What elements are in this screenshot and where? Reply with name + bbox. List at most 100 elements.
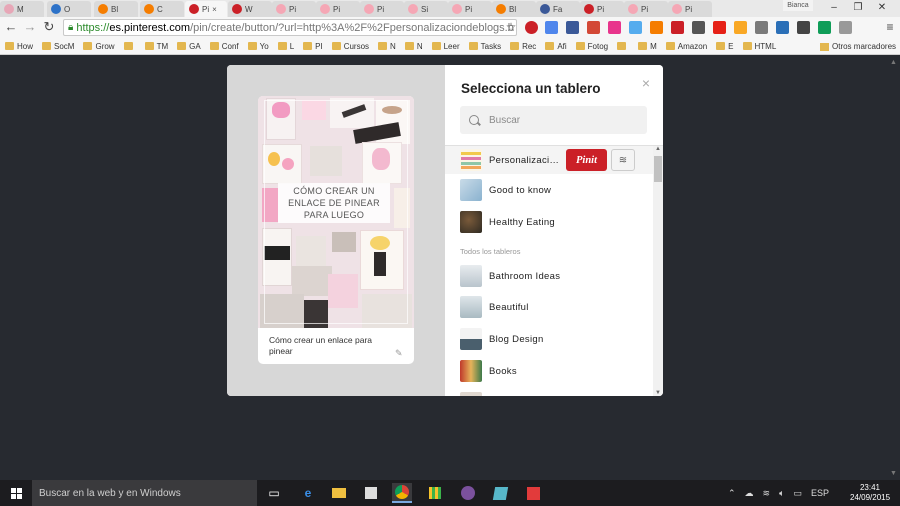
board-search-input[interactable] [489,114,639,126]
bookmark-item[interactable]: N [404,42,423,51]
browser-tab[interactable]: O [47,1,91,17]
pinterest-extension-icon[interactable] [525,21,538,34]
board-list-scrollbar[interactable]: ▲ ▼ [653,146,663,396]
minimize-button[interactable]: – [822,0,846,17]
reload-icon[interactable]: ↻ [41,19,57,35]
tab-close-icon[interactable]: × [212,5,217,14]
browser-tab[interactable]: Pi [360,1,404,17]
clock[interactable]: 23:41 24/09/2015 [850,483,890,503]
bookmark-item[interactable]: Conf [209,42,239,51]
browser-tab[interactable]: Pi [448,1,492,17]
board-row[interactable]: Beautiful [445,293,653,321]
restore-button[interactable]: ❐ [846,0,870,17]
extension-icon[interactable] [839,21,852,34]
extension-icon[interactable] [629,21,642,34]
scrollbar-thumb[interactable] [654,156,662,182]
bookmark-item[interactable]: TM [144,42,168,51]
bookmark-item[interactable] [123,42,136,50]
extension-icon[interactable] [692,21,705,34]
browser-tab[interactable]: Bl [94,1,138,17]
browser-tab[interactable]: Pi [624,1,668,17]
bookmark-item[interactable]: N [378,42,396,51]
profile-name[interactable]: Bianca [783,0,813,11]
bookmark-item[interactable]: Leer [431,42,460,51]
extension-icon[interactable] [608,21,621,34]
extension-icon[interactable] [713,21,726,34]
scroll-up-icon[interactable]: ▲ [655,146,661,152]
bookmark-item[interactable]: L [277,42,294,51]
board-row[interactable]: Good to know [445,176,653,204]
bookmark-item[interactable]: Fotog [575,42,608,51]
menu-icon[interactable]: ≡ [882,19,898,35]
board-row[interactable] [445,389,653,396]
scroll-down-icon[interactable]: ▼ [655,390,661,396]
page-scrollbar[interactable]: ▲ ▼ [887,56,900,480]
bookmark-star-icon[interactable]: ☆ [503,19,519,35]
bookmark-item[interactable]: Grow [83,42,115,51]
start-button[interactable] [0,480,32,506]
board-search[interactable] [460,106,647,134]
browser-tab[interactable]: Pi [272,1,316,17]
extension-icon[interactable] [587,21,600,34]
tab-active[interactable]: Pi × [185,1,227,17]
bookmark-item[interactable]: E [716,42,734,51]
board-row-selected[interactable]: Personalización de blogs Pinit ≋ [445,146,653,174]
board-row[interactable]: Books [445,357,653,385]
viber-icon[interactable] [458,483,478,503]
task-view-icon[interactable]: ▭ [264,483,284,503]
bookmark-item[interactable]: M [638,42,657,51]
browser-tab[interactable]: W [228,1,272,17]
extension-icon[interactable] [566,21,579,34]
bookmark-item[interactable]: HTML [742,42,776,51]
browser-tab[interactable]: Pi [316,1,360,17]
chrome-icon[interactable] [392,483,412,503]
apps-icon[interactable] [425,483,445,503]
extension-icon[interactable] [776,21,789,34]
address-bar[interactable]: 🔒︎ https:// es.pinterest.com /pin/create… [63,19,517,36]
browser-tab[interactable]: Pi [580,1,624,17]
pin-it-button[interactable]: Pinit [566,149,607,171]
back-icon[interactable]: ← [3,19,19,35]
browser-tab[interactable]: C [140,1,184,17]
extension-icon[interactable] [797,21,810,34]
board-row[interactable]: Healthy Eating [445,208,653,236]
volume-icon[interactable]: 🔈︎ [779,488,784,499]
forward-icon[interactable]: → [22,19,38,35]
bookmark-item[interactable]: Amazon [665,42,707,51]
browser-tab[interactable]: Si [404,1,448,17]
bookmark-item[interactable] [617,42,629,50]
browser-tab[interactable]: Pi [668,1,712,17]
message-icon[interactable]: ▭ [794,488,803,499]
bookmark-item[interactable]: Yo [247,42,269,51]
bookmark-item[interactable]: SocM [42,42,74,51]
language-indicator[interactable]: ESP [811,488,829,498]
bookmark-item[interactable]: GA [177,42,201,51]
board-row[interactable]: Blog Design [445,325,653,353]
extension-icon[interactable] [818,21,831,34]
edge-icon[interactable]: e [298,483,318,503]
close-icon[interactable]: × [639,76,653,90]
taskbar-search[interactable]: Buscar en la web y en Windows [32,480,257,506]
layers-icon[interactable]: ≋ [611,149,635,171]
cloud-icon[interactable]: ☁︎ [745,488,754,499]
browser-tab[interactable]: M [0,1,44,17]
other-bookmarks[interactable]: Otros marcadores [820,38,896,55]
extension-icon[interactable] [671,21,684,34]
board-row[interactable]: Bathroom Ideas [445,262,653,290]
scroll-down-icon[interactable]: ▼ [890,470,897,477]
bookmark-item[interactable]: Rec [510,42,536,51]
bookmark-item[interactable]: How [5,42,33,51]
store-icon[interactable] [361,483,381,503]
close-window-button[interactable]: ✕ [870,0,894,17]
browser-tab[interactable]: Fa [536,1,580,17]
pencil-icon[interactable]: ✎ [395,348,405,358]
bookmark-item[interactable]: PI [303,42,323,51]
scroll-up-icon[interactable]: ▲ [890,59,897,66]
app-icon[interactable] [490,483,510,503]
extension-icon[interactable] [545,21,558,34]
extension-icon[interactable] [650,21,663,34]
app-icon[interactable] [523,483,543,503]
bookmark-item[interactable]: Tasks [468,42,501,51]
bookmark-item[interactable]: Cursos [331,42,369,51]
extension-icon[interactable] [734,21,747,34]
